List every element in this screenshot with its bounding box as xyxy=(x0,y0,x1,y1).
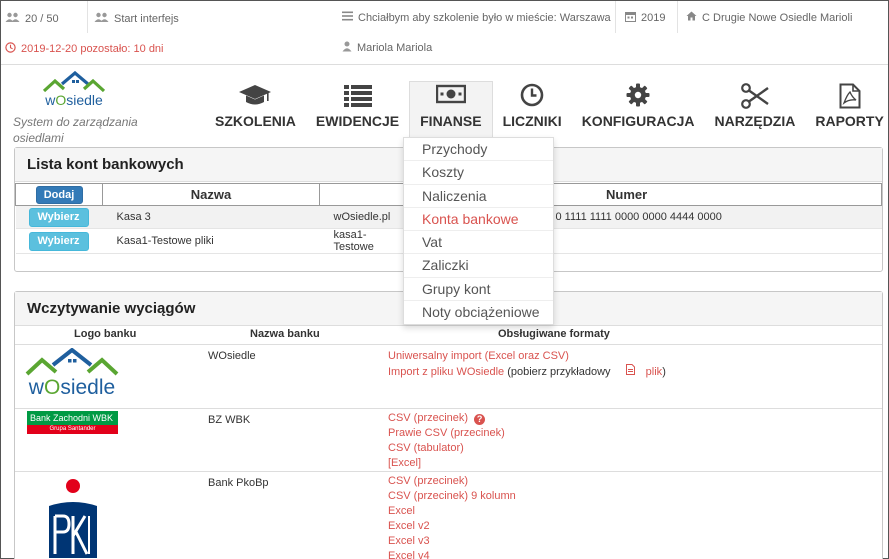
gear-icon xyxy=(626,83,650,109)
list-icon xyxy=(343,83,372,109)
add-column: Dodaj xyxy=(15,183,103,206)
format-link[interactable]: Excel v4 xyxy=(388,549,516,559)
file-icon xyxy=(625,364,638,378)
main-nav: SZKOLENIA EWIDENCJE FINANSE LICZNIKI KON… xyxy=(205,81,889,137)
svg-text:wOsiedle: wOsiedle xyxy=(44,92,103,107)
wosiedle-logo-icon: wOsiedle xyxy=(41,70,153,110)
current-user[interactable]: Mariola Mariola xyxy=(342,41,432,55)
format-link[interactable]: Uniwersalny import (Excel oraz CSV) xyxy=(388,349,666,364)
format-link[interactable]: Excel v3 xyxy=(388,534,516,549)
account-bank: kasa1-Testowe xyxy=(319,228,406,254)
menu-icon xyxy=(342,11,353,24)
menu-item-konta-bankowe[interactable]: Konta bankowe xyxy=(404,208,553,232)
sample-file-link[interactable]: plik xyxy=(646,366,663,378)
format-link[interactable]: CSV (przecinek) ? xyxy=(388,411,505,426)
bank-row-pkobp: Bank PkoBp CSV (przecinek) CSV (przecine… xyxy=(15,471,882,559)
start-link[interactable]: Start interfejs xyxy=(94,12,179,26)
format-link[interactable]: CSV (przecinek) 9 kolumn xyxy=(388,489,516,504)
clock-icon xyxy=(520,83,544,109)
app-logo[interactable]: wOsiedle System do zarządzania osiedlami xyxy=(13,70,153,146)
format-link[interactable]: Import z pliku WOsiedle xyxy=(388,366,504,378)
finanse-dropdown: Przychody Koszty Naliczenia Konta bankow… xyxy=(403,137,554,326)
format-link[interactable]: Prawie CSV (przecinek) xyxy=(388,426,505,441)
users-icon xyxy=(5,12,20,26)
pdf-icon xyxy=(839,83,861,109)
menu-item-noty[interactable]: Noty obciążeniowe xyxy=(404,301,553,324)
nav-liczniki[interactable]: LICZNIKI xyxy=(493,81,572,137)
users-count: 20 / 50 xyxy=(5,12,59,26)
nav-raporty[interactable]: RAPORTY xyxy=(805,81,889,137)
estate-selector[interactable]: C Drugie Nowe Osiedle Marioli xyxy=(686,11,852,24)
column-formats: Obsługiwane formaty xyxy=(498,328,610,340)
select-button[interactable]: Wybierz xyxy=(28,231,89,251)
account-bank: wOsiedle.pl xyxy=(319,205,406,229)
column-bank xyxy=(319,183,406,206)
menu-item-koszty[interactable]: Koszty xyxy=(404,161,553,185)
select-button[interactable]: Wybierz xyxy=(28,207,89,227)
year-selector[interactable]: 2019 xyxy=(625,11,665,25)
user-icon xyxy=(342,41,352,55)
formats-list: Uniwersalny import (Excel oraz CSV) Impo… xyxy=(388,349,666,380)
users-icon xyxy=(94,12,109,26)
nav-konfiguracja[interactable]: KONFIGURACJA xyxy=(572,81,705,137)
nav-szkolenia[interactable]: SZKOLENIA xyxy=(205,81,306,137)
menu-item-zaliczki[interactable]: Zaliczki xyxy=(404,254,553,278)
wosiedle-bank-logo: wOsiedle xyxy=(24,347,120,399)
help-icon[interactable]: ? xyxy=(474,414,486,425)
menu-item-grupy-kont[interactable]: Grupy kont xyxy=(404,278,553,302)
nav-ewidencje[interactable]: EWIDENCJE xyxy=(306,81,409,137)
bank-name: BZ WBK xyxy=(208,414,251,426)
column-bank-name: Nazwa banku xyxy=(250,328,320,340)
add-account-button[interactable]: Dodaj xyxy=(35,185,83,204)
account-name: Kasa1-Testowe pliki xyxy=(102,228,320,254)
bank-name: Bank PkoBp xyxy=(208,477,269,489)
import-line: Import z pliku WOsiedle (pobierz przykła… xyxy=(388,364,666,378)
graduation-cap-icon xyxy=(238,83,272,109)
formats-list: CSV (przecinek) ? Prawie CSV (przecinek)… xyxy=(388,411,505,471)
nav-finanse[interactable]: FINANSE xyxy=(409,81,493,137)
menu-item-vat[interactable]: Vat xyxy=(404,231,553,255)
clock-icon xyxy=(5,42,16,56)
money-icon xyxy=(435,83,467,109)
svg-text:wOsiedle: wOsiedle xyxy=(28,376,115,396)
pkobp-bank-logo xyxy=(45,476,101,559)
calendar-icon xyxy=(625,11,636,25)
format-link[interactable]: [Excel] xyxy=(388,456,505,471)
top-bar: 20 / 50 Start interfejs Chciałbym aby sz… xyxy=(1,1,888,65)
home-icon xyxy=(686,11,697,24)
app-tagline: System do zarządzania osiedlami xyxy=(13,115,138,145)
scissors-icon xyxy=(741,83,769,109)
nav-narzedzia[interactable]: NARZĘDZIA xyxy=(704,81,805,137)
bank-name: WOsiedle xyxy=(208,350,256,362)
format-link[interactable]: CSV (przecinek) xyxy=(388,474,516,489)
menu-item-przychody[interactable]: Przychody xyxy=(404,138,553,162)
column-nazwa: Nazwa xyxy=(102,183,320,206)
format-link[interactable]: CSV (tabulator) xyxy=(388,441,505,456)
bank-row-wosiedle: wOsiedle WOsiedle Uniwersalny import (Ex… xyxy=(15,344,882,408)
bank-row-bzwbk: Bank Zachodni WBK Grupa Santander BZ WBK… xyxy=(15,408,882,472)
account-name: Kasa 3 xyxy=(102,205,320,229)
license-expiry: 2019-12-20 pozostało: 10 dni xyxy=(5,42,164,56)
formats-list: CSV (przecinek) CSV (przecinek) 9 kolumn… xyxy=(388,474,516,559)
format-link[interactable]: Excel xyxy=(388,504,516,519)
select-cell: Wybierz xyxy=(15,228,103,254)
format-link[interactable]: Excel v2 xyxy=(388,519,516,534)
bzwbk-bank-logo: Bank Zachodni WBK Grupa Santander xyxy=(27,411,118,434)
training-city[interactable]: Chciałbym aby szkolenie było w mieście: … xyxy=(342,11,611,24)
menu-item-naliczenia[interactable]: Naliczenia xyxy=(404,185,553,208)
column-logo: Logo banku xyxy=(74,328,137,340)
select-cell: Wybierz xyxy=(15,205,103,229)
